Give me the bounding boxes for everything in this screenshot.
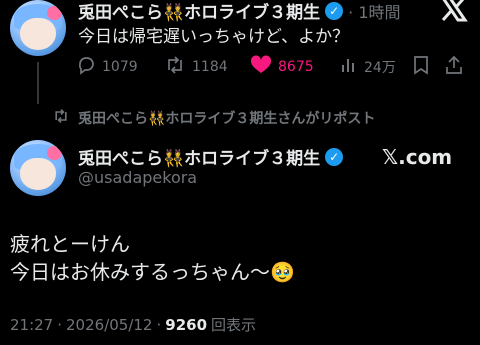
- thread-line: [37, 62, 39, 104]
- repost-count: 1184: [192, 59, 228, 75]
- repost-banner[interactable]: 兎田ぺこら👯ホロライブ３期生さんがリポスト: [52, 108, 375, 128]
- share-icon: [444, 55, 464, 79]
- post2-time[interactable]: 21:27: [10, 316, 53, 334]
- post2-date[interactable]: 2026/05/12: [66, 316, 152, 334]
- post1-actions: 1079 1184 8675 24万: [76, 55, 472, 79]
- views-icon: [340, 56, 358, 78]
- post2-text-line1: 疲れとーけん: [10, 232, 130, 256]
- post1-avatar[interactable]: [10, 0, 66, 56]
- verified-icon: ✓: [325, 1, 344, 20]
- repost-banner-icon: [52, 108, 70, 128]
- repost-banner-text: 兎田ぺこら👯ホロライブ３期生さんがリポスト: [78, 111, 376, 127]
- views-button[interactable]: 24万: [340, 56, 412, 78]
- heart-icon: [250, 55, 272, 79]
- post2-meta: 21:27 · 2026/05/12 · 9260 回表示: [10, 316, 257, 334]
- repost-icon: [164, 55, 186, 79]
- share-button[interactable]: [444, 55, 468, 79]
- post1-text: 今日は帰宅遅いっちゃけど、よか？: [78, 27, 350, 47]
- x-logo-icon[interactable]: [440, 0, 468, 22]
- views-count: 24万: [364, 60, 396, 76]
- bookmark-icon: [412, 55, 430, 79]
- post2-text-line2: 今日はお休みするっちゃん〜🥹: [10, 260, 295, 284]
- reply-count: 1079: [102, 59, 138, 75]
- post1-timestamp[interactable]: · 1時間: [348, 0, 400, 23]
- x-brand: 𝕏.com: [382, 145, 453, 169]
- post2-author-name[interactable]: 兎田ぺこら👯ホロライブ３期生: [78, 144, 320, 169]
- bookmark-button[interactable]: [412, 55, 444, 79]
- repost-button[interactable]: 1184: [164, 55, 250, 79]
- post1-author-name[interactable]: 兎田ぺこら👯ホロライブ３期生: [78, 0, 320, 23]
- like-count: 8675: [278, 59, 314, 75]
- post2-handle[interactable]: @usadapekora: [78, 168, 197, 187]
- reply-button[interactable]: 1079: [76, 55, 164, 79]
- reply-icon: [76, 55, 96, 79]
- post2-avatar[interactable]: [10, 140, 66, 196]
- verified-icon: ✓: [325, 147, 344, 166]
- like-button[interactable]: 8675: [250, 55, 340, 79]
- post2-views-count: 9260: [165, 316, 208, 334]
- post2-views-label: 回表示: [211, 316, 257, 334]
